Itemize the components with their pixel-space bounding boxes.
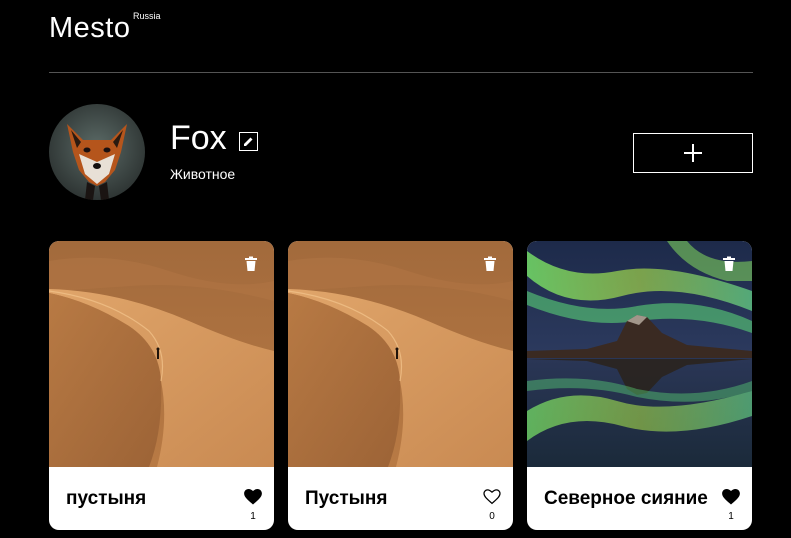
header: Mesto Russia [49,0,753,73]
plus-icon [684,144,702,162]
logo[interactable]: Mesto [49,11,130,45]
heart-icon[interactable] [483,489,501,505]
aurora-image [527,241,752,467]
card-image[interactable] [288,241,513,467]
trash-icon[interactable] [721,256,737,272]
card: Пустыня 0 [288,241,513,530]
like-count: 0 [489,511,495,522]
trash-icon[interactable] [243,256,259,272]
card: пустыня 1 [49,241,274,530]
card-title: Пустыня [305,488,388,509]
desert-image [49,241,274,467]
card-image[interactable] [527,241,752,467]
pencil-icon [244,137,253,146]
avatar[interactable] [49,104,145,200]
like-count: 1 [728,511,734,522]
edit-profile-button[interactable] [239,132,258,151]
card: Северное сияние 1 [527,241,752,530]
desert-image [288,241,513,467]
card-title: Северное сияние [544,488,708,509]
add-card-button[interactable] [633,133,753,173]
trash-icon[interactable] [482,256,498,272]
heart-icon[interactable] [722,489,740,505]
like-count: 1 [250,511,256,522]
heart-icon[interactable] [244,489,262,505]
profile-name: Fox [170,119,227,157]
fox-avatar-image [49,104,145,200]
profile-about: Животное [170,166,236,182]
logo-subtitle: Russia [133,11,161,21]
card-image[interactable] [49,241,274,467]
card-title: пустыня [66,488,147,509]
